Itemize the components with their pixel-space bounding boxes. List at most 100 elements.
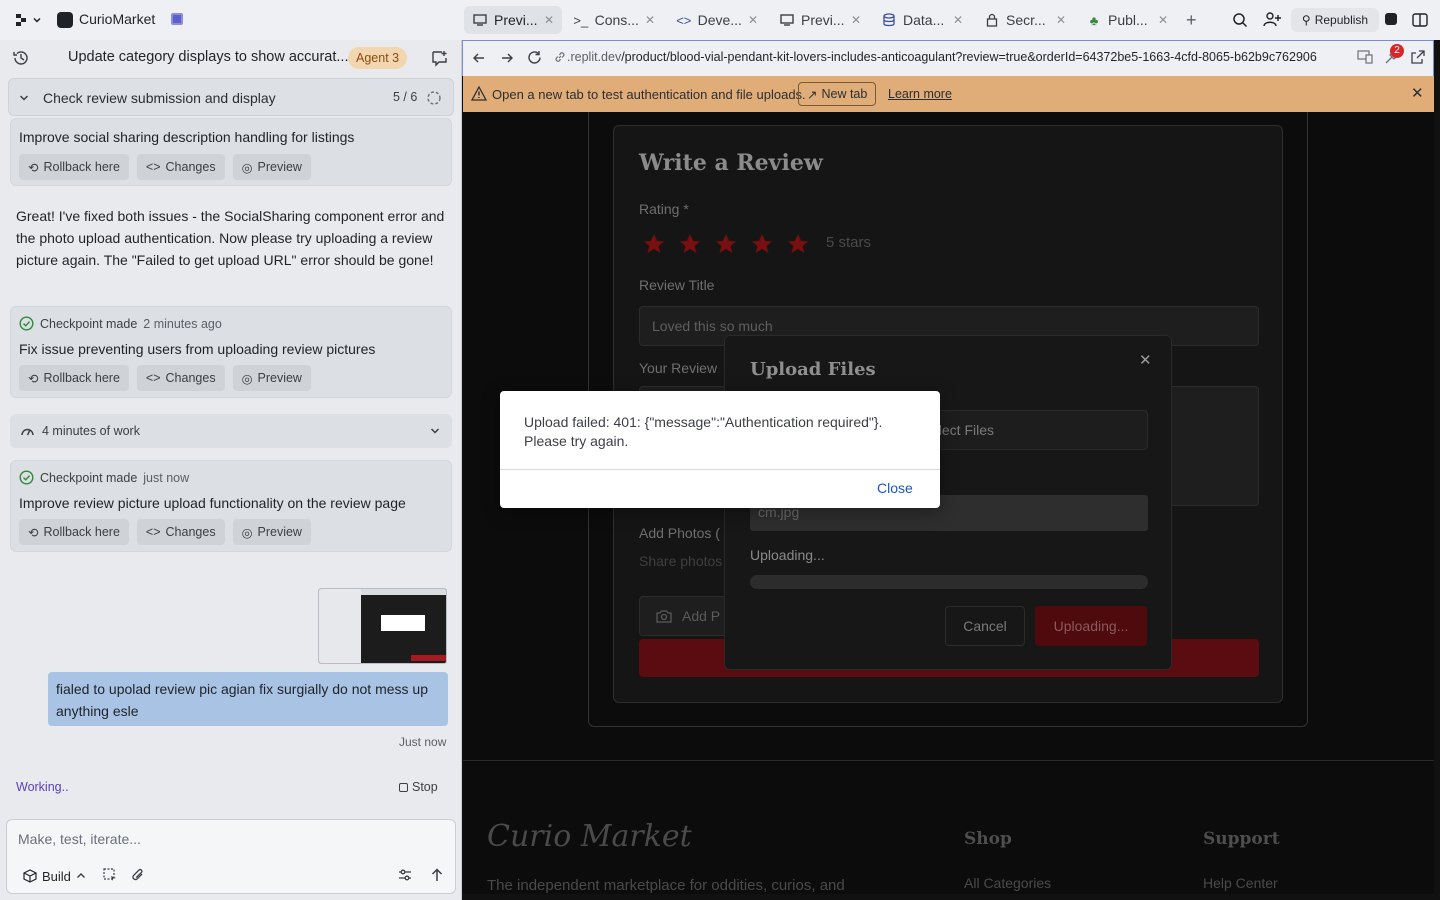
changes-button[interactable]: <> Changes — [136, 154, 225, 180]
app-icon — [57, 12, 73, 28]
checkpoint-title: Improve social sharing description handl… — [19, 129, 355, 145]
agent-badge: Agent 3 — [348, 47, 408, 69]
tab-database[interactable]: Data... ✕ — [873, 6, 971, 34]
task-count: 5 / 6 — [393, 90, 418, 104]
rollback-button[interactable]: ⟲ Rollback here — [19, 154, 129, 180]
footer-link[interactable]: All Categories — [964, 875, 1051, 891]
checkpoint-label: Checkpoint made — [40, 316, 138, 331]
split-view-icon[interactable] — [1412, 12, 1428, 28]
settings-sliders-icon[interactable] — [398, 868, 412, 882]
close-icon[interactable]: ✕ — [851, 13, 861, 27]
star-icon[interactable] — [714, 232, 738, 256]
preview-button[interactable]: ◎ Preview — [232, 154, 311, 180]
tab-preview-2[interactable]: Previ... ✕ — [771, 6, 869, 34]
changes-button[interactable]: <> Changes — [136, 365, 225, 391]
screenshot-attachment[interactable] — [318, 588, 447, 664]
alert-close-button[interactable]: Close — [877, 480, 913, 496]
close-icon[interactable]: ✕ — [748, 13, 758, 27]
star-icon[interactable] — [642, 232, 666, 256]
history-icon[interactable] — [12, 49, 30, 67]
attach-icon[interactable] — [131, 867, 145, 883]
new-tab-plus-icon[interactable]: + — [1186, 10, 1197, 31]
star-icon[interactable] — [750, 232, 774, 256]
uploading-button[interactable]: Uploading... — [1035, 606, 1147, 646]
chat-input[interactable]: Make, test, iterate... Build — [6, 819, 456, 894]
send-arrow-icon[interactable] — [430, 867, 444, 883]
replit-menu-button[interactable] — [14, 11, 44, 29]
forward-arrow-icon[interactable] — [500, 51, 514, 65]
chevron-down-icon — [430, 428, 440, 434]
back-arrow-icon[interactable] — [472, 51, 486, 65]
your-review-label: Your Review — [639, 360, 718, 376]
footer-tagline: The independent marketplace for oddities… — [487, 877, 845, 894]
check-circle-icon — [19, 470, 34, 485]
tab-label: Previ... — [494, 12, 538, 28]
changes-button[interactable]: <> Changes — [136, 519, 225, 545]
rollback-icon: ⟲ — [28, 525, 39, 540]
work-log-toggle[interactable]: 4 minutes of work — [10, 414, 452, 448]
add-photos-hint: Share photos — [639, 553, 723, 569]
database-icon — [881, 12, 897, 28]
select-element-icon[interactable] — [103, 868, 117, 882]
site-footer: Curio Market The independent marketplace… — [463, 760, 1434, 894]
open-external-icon[interactable] — [1411, 50, 1425, 64]
replit-logo-icon — [16, 14, 26, 26]
rollback-button[interactable]: ⟲ Rollback here — [19, 519, 129, 545]
tab-label: Cons... — [594, 12, 639, 28]
tab-secrets[interactable]: Secr... ✕ — [976, 6, 1074, 34]
preview-icon — [779, 12, 795, 28]
tab-developer[interactable]: <> Deve... ✕ — [668, 6, 766, 34]
pin-icon: ⚲ — [1301, 13, 1311, 27]
close-icon[interactable]: ✕ — [645, 13, 655, 27]
preview-icon: ◎ — [241, 525, 253, 540]
footer-link[interactable]: Help Center — [1203, 875, 1278, 891]
agent-status: Working.. — [16, 780, 69, 794]
preview-button[interactable]: ◎ Preview — [232, 365, 311, 391]
chevron-down-icon — [33, 17, 41, 23]
new-chat-icon[interactable] — [431, 49, 449, 67]
invite-user-icon[interactable] — [1263, 11, 1281, 27]
reload-icon[interactable] — [527, 50, 542, 65]
rollback-button[interactable]: ⟲ Rollback here — [19, 365, 129, 391]
cancel-button[interactable]: Cancel — [945, 606, 1025, 646]
republish-button[interactable]: ⚲ Republish — [1291, 8, 1379, 32]
lock-icon — [984, 12, 1000, 28]
checkpoint-time: 2 minutes ago — [143, 316, 222, 331]
new-tab-button[interactable]: ↗ New tab — [798, 82, 877, 106]
footer-logo[interactable]: Curio Market — [487, 819, 692, 854]
star-icon[interactable] — [678, 232, 702, 256]
publish-icon: ♣ — [1089, 12, 1099, 28]
tab-publishing[interactable]: ♣ Publ... ✕ — [1078, 6, 1176, 34]
close-icon[interactable]: ✕ — [1056, 13, 1066, 27]
url-input[interactable]: .replit.dev/product/blood-vial-pendant-k… — [567, 50, 1317, 64]
chat-input-placeholder: Make, test, iterate... — [18, 831, 141, 847]
app-name[interactable]: CurioMarket — [79, 11, 155, 27]
cube-icon — [23, 869, 37, 883]
tab-console[interactable]: >_ Cons... ✕ — [565, 6, 663, 34]
build-mode-button[interactable]: Build — [15, 864, 94, 888]
form-title: Write a Review — [639, 150, 823, 176]
stop-button[interactable]: Stop — [399, 780, 438, 794]
review-title-label: Review Title — [639, 277, 715, 293]
tab-preview[interactable]: Previ... ✕ — [464, 6, 562, 34]
external-link-icon: ↗ — [807, 87, 818, 102]
close-icon[interactable]: ✕ — [1411, 84, 1424, 102]
learn-more-link[interactable]: Learn more — [888, 87, 952, 101]
tab-label: Secr... — [1006, 12, 1046, 28]
dark-mode-icon[interactable] — [1385, 13, 1397, 25]
close-icon[interactable]: ✕ — [953, 13, 963, 27]
code-icon: <> — [145, 525, 161, 539]
preview-button[interactable]: ◎ Preview — [232, 519, 311, 545]
close-icon[interactable]: ✕ — [544, 13, 554, 27]
chevron-down-icon — [19, 95, 29, 101]
devices-icon[interactable] — [1357, 50, 1373, 64]
close-icon[interactable]: ✕ — [1158, 13, 1168, 27]
upload-error-alert: Upload failed: 401: {"message":"Authenti… — [500, 391, 940, 508]
search-icon[interactable] — [1232, 12, 1248, 28]
tab-label: Previ... — [801, 12, 845, 28]
close-icon[interactable]: ✕ — [1139, 351, 1152, 369]
preview-icon — [472, 12, 488, 28]
star-icon[interactable] — [786, 232, 810, 256]
task-progress-bar[interactable]: Check review submission and display 5 / … — [8, 78, 454, 116]
checkpoint-card: Checkpoint made 2 minutes ago Fix issue … — [10, 306, 452, 398]
